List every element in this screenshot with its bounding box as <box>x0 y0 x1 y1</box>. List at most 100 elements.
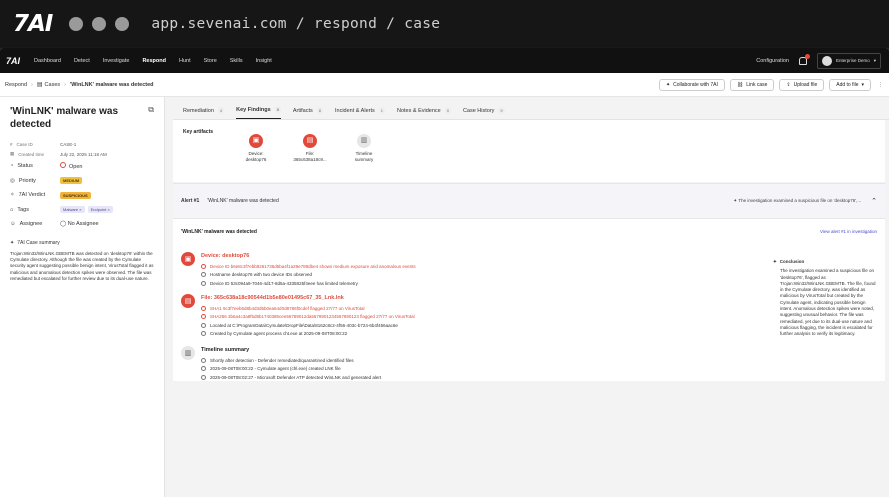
app-logo[interactable]: 7AI <box>6 56 20 66</box>
add-to-file-button[interactable]: Add to file ▾ <box>829 78 871 91</box>
app-window: 7AI Dashboard Detect Investigate Respond… <box>0 48 889 497</box>
nav-item-store[interactable]: Store <box>204 58 217 64</box>
detail-heading: 'WinLNK' malware was detected <box>181 229 257 235</box>
tag-icon: ⌂ <box>10 206 14 213</box>
nav-item-respond[interactable]: Respond <box>142 58 166 64</box>
finding-line: 2025-09-08T08:00:22 - Cymulate agent (ch… <box>201 365 501 374</box>
tags-label: Tags <box>17 206 29 213</box>
status-icon: ◔ <box>10 163 14 170</box>
tags-row: ⌂ Tags Malware × Endpoint × <box>10 203 154 218</box>
finding-line: Hostname desktop76 with two device IDs o… <box>201 271 501 280</box>
assignee-value[interactable]: ◯ No Assignee <box>60 221 99 227</box>
link-case-button[interactable]: ⛓ Link case <box>729 78 775 91</box>
tab-notes-evidence[interactable]: Notes & Evidence 0 <box>397 107 451 119</box>
artifact-timeline[interactable]: ▥ Timeline summary <box>349 134 379 163</box>
nav-item-skills[interactable]: Skills <box>230 58 243 64</box>
external-link-icon[interactable]: ⧉ <box>148 105 154 131</box>
artifact-file-value: 365c638a18c9... <box>293 157 327 162</box>
nav-item-hunt[interactable]: Hunt <box>179 58 191 64</box>
breadcrumb-cases[interactable]: Cases <box>45 82 61 88</box>
finding-line-text: Shortly after detection - Defender remed… <box>210 357 354 363</box>
finding-line-text: Device ID b6e8c3f7ebb9261736d5ba4f1a29e7… <box>210 263 416 269</box>
nav-item-dashboard[interactable]: Dashboard <box>34 58 61 64</box>
finding-line-text: SHA1 9c3f7eeb6d8b4d3d5b0ea64d0d8786f0cde… <box>210 305 365 311</box>
artifact-file[interactable]: ▤ File: 365c638a18c9... <box>293 134 327 163</box>
bullet-icon <box>201 263 206 269</box>
finding-line-text: 2025-09-08T08:02:27 - Microsoft Defender… <box>210 374 382 380</box>
status-label: Status <box>17 163 33 170</box>
conclusion-heading: Conclusion <box>779 259 805 264</box>
tag-endpoint-label: Endpoint <box>90 207 107 213</box>
status-value[interactable]: Open <box>60 162 82 170</box>
alert-detail: 'WinLNK' malware was detected View alert… <box>173 219 885 381</box>
priority-label: Priority <box>18 177 36 184</box>
created-time-row: ▦ Created time July 22, 2025 11:18 AM <box>10 149 154 159</box>
more-menu-icon[interactable]: ⋮ <box>876 78 885 91</box>
bullet-icon <box>201 272 206 278</box>
case-meta: # Case ID CASE-1 ▦ Created time July 22, 2… <box>10 139 154 159</box>
sparkle-icon: ✦ <box>773 259 777 264</box>
verdict-label: 7AI Verdict <box>18 192 46 199</box>
artifact-device[interactable]: ▣ Device: desktop76 <box>241 134 271 163</box>
priority-badge[interactable]: MEDIUM <box>60 177 83 185</box>
finding-line: Created by Cymulate agent process cht.ex… <box>201 330 501 339</box>
alert-header[interactable]: Alert #1 'WinLNK' malware was detected ✦… <box>173 183 885 219</box>
tab-count: 0 <box>444 107 451 114</box>
breadcrumb-current: 'WinLNK' malware was detected <box>69 81 154 88</box>
upload-icon: ⇪ <box>786 81 791 88</box>
open-status-icon <box>60 162 66 169</box>
window-dot[interactable] <box>92 16 107 31</box>
tab-remediation[interactable]: Remediation 4 <box>183 107 225 119</box>
collaborate-button[interactable]: ✦ Collaborate with 7AI <box>658 78 725 91</box>
tab-bar: Remediation 4 Key Findings 3 Artifacts 8 In… <box>173 97 889 119</box>
finding-line-text: Hostname desktop76 with two device IDs o… <box>210 272 313 278</box>
tab-key-findings[interactable]: Key Findings 3 <box>236 106 281 119</box>
chevron-down-icon: ▾ <box>861 81 864 88</box>
tag-endpoint[interactable]: Endpoint × <box>87 206 113 214</box>
tab-incident-alerts[interactable]: Incident & Alerts 1 <box>335 107 385 119</box>
nav-item-insight[interactable]: Insight <box>256 58 272 64</box>
chevron-right-icon: › <box>31 81 33 88</box>
user-menu[interactable]: Enterprise Demo ▾ <box>816 52 881 69</box>
priority-row: ◎ Priority MEDIUM <box>10 174 154 189</box>
verdict-badge[interactable]: SUSPICIOUS <box>60 191 91 199</box>
cases-icon: ▤ <box>36 82 43 88</box>
tab-remediation-label: Remediation <box>183 107 214 114</box>
finding-device-title[interactable]: Device: desktop76 <box>201 253 501 259</box>
tab-count: 4 <box>217 107 225 114</box>
breadcrumb-respond[interactable]: Respond <box>5 82 27 88</box>
status-value-text: Open <box>69 164 83 171</box>
chevron-up-icon[interactable]: ⌃ <box>871 197 877 205</box>
window-dot[interactable] <box>69 16 84 31</box>
nav-item-investigate[interactable]: Investigate <box>103 58 130 64</box>
bullet-icon <box>201 374 206 380</box>
main-panel: Remediation 4 Key Findings 3 Artifacts 8 In… <box>173 97 889 497</box>
nav-item-detect[interactable]: Detect <box>74 58 90 64</box>
file-icon: ▤ <box>181 294 195 308</box>
finding-line-text: Device ID 53c094a9-7046-4d17-8d5a-433582… <box>210 280 358 286</box>
chevron-down-icon: ▾ <box>873 57 876 63</box>
bell-icon[interactable] <box>798 53 810 65</box>
created-time-label: Created time <box>18 151 45 157</box>
alert-number: Alert #1 <box>181 198 200 204</box>
bullet-icon <box>201 331 206 337</box>
sparkle-icon: ✦ <box>665 81 671 88</box>
finding-file-title[interactable]: File: 365c638a18c90544d1b5e80e01495c67_3… <box>201 295 501 301</box>
bullet-icon <box>201 322 206 328</box>
configuration-link[interactable]: Configuration <box>756 58 789 64</box>
tab-artifacts[interactable]: Artifacts 8 <box>293 107 323 119</box>
view-alert-link[interactable]: View alert #1 in investigation <box>820 229 877 234</box>
artifact-device-value: desktop76 <box>245 157 267 162</box>
verdict-row: ✧ 7AI Verdict SUSPICIOUS <box>10 188 154 203</box>
tab-case-history[interactable]: Case History 9 <box>463 107 505 119</box>
sparkle-icon: ✦ <box>10 239 15 246</box>
priority-icon: ◎ <box>10 177 15 184</box>
finding-line-text: Located at C:\ProgramData\Cymulate\DropF… <box>210 322 398 328</box>
user-name: Enterprise Demo <box>835 58 870 63</box>
case-id-label: Case ID <box>16 141 33 147</box>
upload-file-button[interactable]: ⇪ Upload file <box>779 78 825 91</box>
window-dot[interactable] <box>115 16 130 31</box>
tab-count: 1 <box>378 107 385 114</box>
address-bar[interactable]: app.sevenai.com / respond / case <box>151 16 440 32</box>
tag-malware[interactable]: Malware × <box>60 206 85 214</box>
